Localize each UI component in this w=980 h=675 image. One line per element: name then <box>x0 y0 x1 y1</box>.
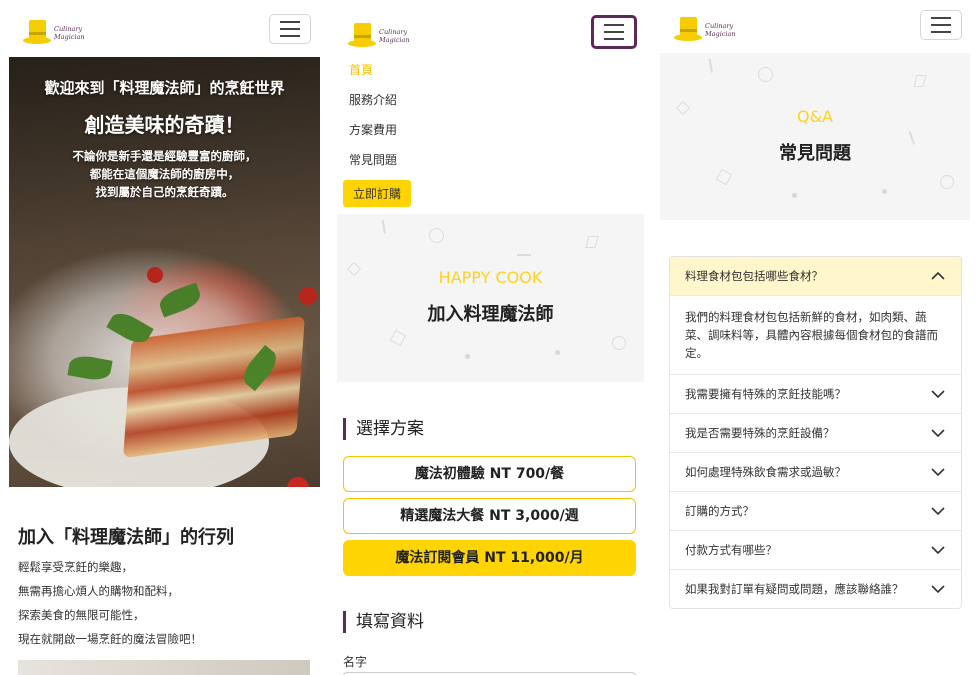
faq-question[interactable]: 如果我對訂單有疑問或問題，應該聯絡誰？ <box>670 569 961 608</box>
plans-screen: Culinary Magician 首頁 服務介紹 方案費用 常見問題 立即訂購… <box>333 0 651 675</box>
faq-question-open[interactable]: 料理食材包包括哪些食材？ <box>670 257 961 296</box>
faq-accordion: 料理食材包包括哪些食材？ 我們的料理食材包包括新鮮的食材，如肉類、蔬菜、調味料等… <box>669 256 962 609</box>
plan-option-monthly[interactable]: 魔法訂閱會員 NT 11,000/月 <box>343 540 636 576</box>
hero-desc-line: 都能在這個魔法師的廚房中， <box>89 167 240 181</box>
navbar-toggle-button[interactable] <box>920 10 962 40</box>
nav-menu: 首頁 服務介紹 方案費用 常見問題 立即訂購 <box>343 60 412 207</box>
intro-text: 輕鬆享受烹飪的樂趣， 無需再擔心煩人的購物和配料， 探索美食的無限可能性， 現在… <box>18 555 202 651</box>
faq-question[interactable]: 我是否需要特殊的烹飪設備？ <box>670 413 961 452</box>
banner-title: 加入料理魔法師 <box>427 304 554 325</box>
logo-text-line1: Culinary <box>379 28 408 36</box>
top-hat-icon <box>674 17 702 43</box>
logo-text-line2: Magician <box>54 33 85 41</box>
logo-text: Culinary Magician <box>54 25 85 41</box>
intro-line: 探索美食的無限可能性， <box>18 608 145 622</box>
form-heading: 填寫資料 <box>343 611 424 633</box>
nav-item-home[interactable]: 首頁 <box>349 60 411 90</box>
hero-desc-line: 不論你是新手還是經驗豐富的廚師， <box>72 149 257 163</box>
plans-heading: 選擇方案 <box>343 418 424 440</box>
navbar-toggle-button[interactable] <box>591 15 637 49</box>
chevron-down-icon <box>931 507 945 516</box>
banner-eyebrow: Q&A <box>796 107 833 126</box>
hamburger-icon <box>604 24 624 26</box>
section-title: 加入「料理魔法師」的行列 <box>18 527 234 548</box>
banner-eyebrow: HAPPY COOK <box>438 268 543 287</box>
intro-line: 輕鬆享受烹飪的樂趣， <box>18 560 133 574</box>
logo-text-line2: Magician <box>705 30 736 38</box>
nav-item-faq[interactable]: 常見問題 <box>349 150 411 180</box>
order-now-button[interactable]: 立即訂購 <box>343 180 412 207</box>
faq-question-text: 如果我對訂單有疑問或問題，應該聯絡誰？ <box>685 582 904 596</box>
faq-question-text: 付款方式有哪些？ <box>685 543 777 557</box>
chevron-up-icon <box>931 271 945 280</box>
logo-text: Culinary Magician <box>705 22 736 38</box>
hero-banner: 歡迎來到「料理魔法師」的烹飪世界 創造美味的奇蹟！ 不論你是新手還是經驗豐富的廚… <box>9 57 320 487</box>
faq-question[interactable]: 付款方式有哪些？ <box>670 530 961 569</box>
brand-logo[interactable]: Culinary Magician <box>348 23 410 49</box>
brand-logo[interactable]: Culinary Magician <box>23 20 85 46</box>
top-hat-icon <box>23 20 51 46</box>
join-banner: HAPPY COOK 加入料理魔法師 <box>337 214 644 382</box>
faq-question[interactable]: 如何處理特殊飲食需求或過敏？ <box>670 452 961 491</box>
nav-item-pricing[interactable]: 方案費用 <box>349 120 411 150</box>
top-hat-icon <box>348 23 376 49</box>
faq-question[interactable]: 訂購的方式？ <box>670 491 961 530</box>
hero-subtitle: 歡迎來到「料理魔法師」的烹飪世界 <box>44 79 285 97</box>
plan-option-weekly[interactable]: 精選魔法大餐 NT 3,000/週 <box>343 498 636 534</box>
hamburger-icon <box>280 21 300 23</box>
hero-description: 不論你是新手還是經驗豐富的廚師， 都能在這個魔法師的廚房中， 找到屬於自己的烹飪… <box>9 147 320 201</box>
faq-question[interactable]: 我需要擁有特殊的烹飪技能嗎？ <box>670 374 961 413</box>
faq-question-text: 我需要擁有特殊的烹飪技能嗎？ <box>685 387 846 401</box>
logo-text: Culinary Magician <box>379 28 410 44</box>
chevron-down-icon <box>931 468 945 477</box>
chevron-down-icon <box>931 546 945 555</box>
faq-question-text: 料理食材包包括哪些食材？ <box>685 269 823 283</box>
banner-title: 常見問題 <box>779 143 851 164</box>
section-image <box>18 660 310 675</box>
chevron-down-icon <box>931 390 945 399</box>
name-field-label: 名字 <box>343 655 368 669</box>
faq-question-text: 我是否需要特殊的烹飪設備？ <box>685 426 835 440</box>
hero-title: 創造美味的奇蹟！ <box>84 113 245 137</box>
hamburger-icon <box>931 17 951 19</box>
plan-option-trial[interactable]: 魔法初體驗 NT 700/餐 <box>343 456 636 492</box>
logo-text-line2: Magician <box>379 36 410 44</box>
logo-text-line1: Culinary <box>54 25 83 33</box>
logo-text-line1: Culinary <box>705 22 734 30</box>
navbar-toggle-button[interactable] <box>269 14 311 44</box>
nav-item-services[interactable]: 服務介紹 <box>349 90 411 120</box>
chevron-down-icon <box>931 585 945 594</box>
intro-line: 無需再擔心煩人的購物和配料， <box>18 584 179 598</box>
chevron-down-icon <box>931 429 945 438</box>
faq-screen: Culinary Magician Q&A 常見問題 料理食材包包括哪些食材？ … <box>656 0 980 675</box>
brand-logo[interactable]: Culinary Magician <box>674 17 736 43</box>
faq-banner: Q&A 常見問題 <box>660 53 970 220</box>
faq-answer: 我們的料理食材包包括新鮮的食材，如肉類、蔬菜、調味料等，具體內容根據每個食材包的… <box>685 310 938 360</box>
faq-question-text: 如何處理特殊飲食需求或過敏？ <box>685 465 846 479</box>
home-screen: Culinary Magician 歡迎來到「料理魔法師」的烹飪世界 創造美味的… <box>0 0 328 675</box>
hero-desc-line: 找到屬於自己的烹飪奇蹟。 <box>95 185 234 199</box>
intro-line: 現在就開啟一場烹飪的魔法冒險吧！ <box>18 632 202 646</box>
faq-question-text: 訂購的方式？ <box>685 504 754 518</box>
